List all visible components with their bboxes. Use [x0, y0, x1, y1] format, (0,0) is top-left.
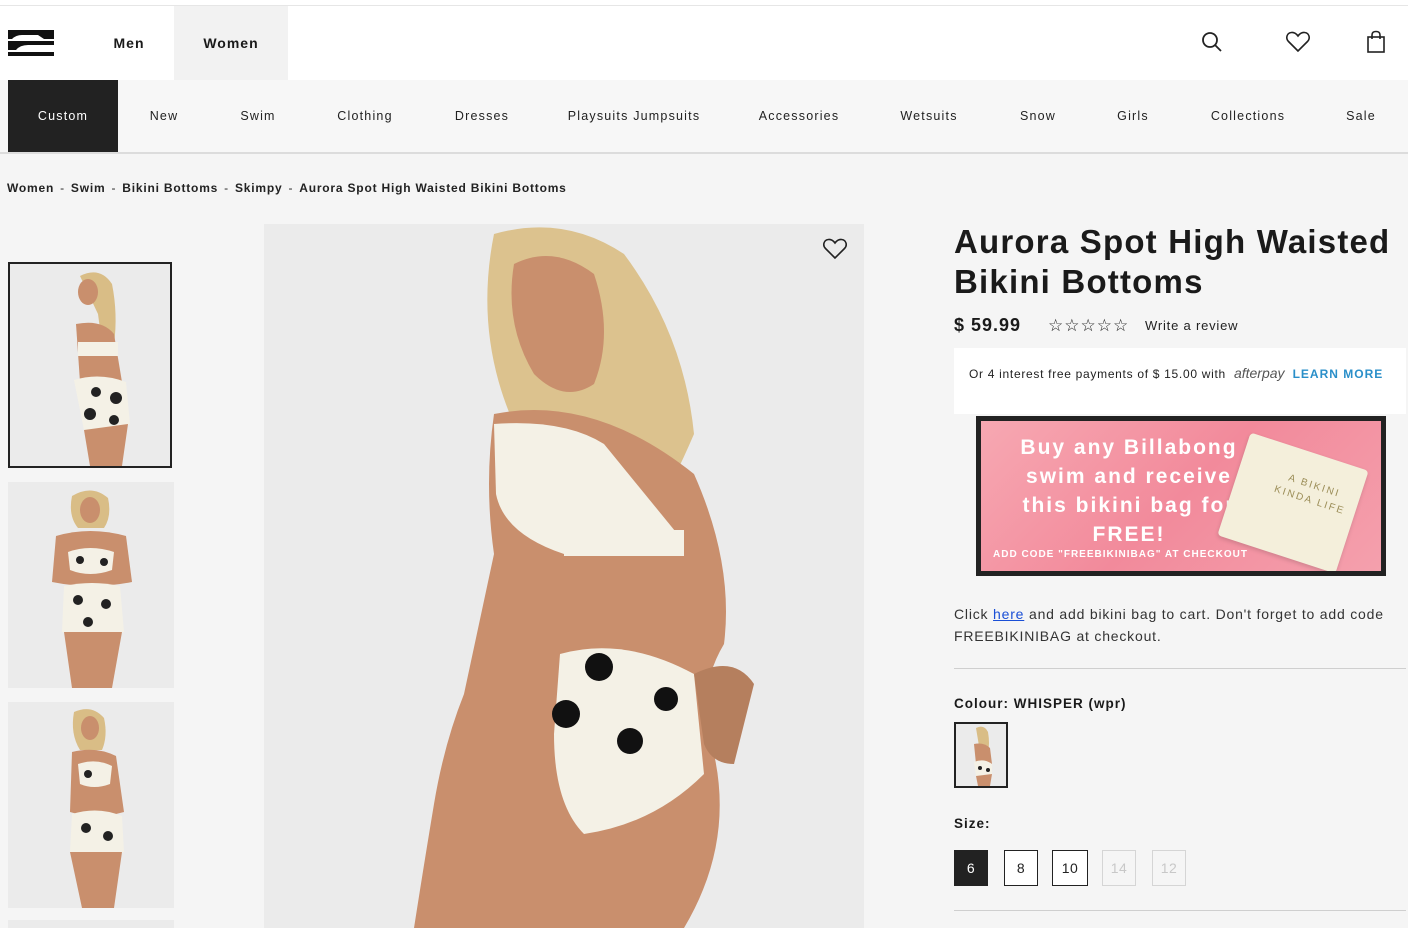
nav-item-dresses[interactable]: Dresses	[440, 80, 524, 152]
promo-banner[interactable]: Buy any Billabong swim and receive this …	[976, 416, 1386, 576]
breadcrumb-current: Aurora Spot High Waisted Bikini Bottoms	[299, 181, 567, 195]
nav-item-playsuits-jumpsuits[interactable]: Playsuits Jumpsuits	[554, 80, 714, 152]
product-price: $ 59.99	[954, 315, 1022, 335]
size-label: Size:	[954, 816, 991, 831]
nav-item-new[interactable]: New	[132, 80, 196, 152]
afterpay-box: Or 4 interest free payments of $ 15.00 w…	[954, 348, 1406, 414]
category-nav: Custom New Swim Clothing Dresses Playsui…	[0, 80, 1408, 154]
rating-stars[interactable]: ☆☆☆☆☆	[1048, 316, 1129, 336]
billabong-logo[interactable]	[8, 26, 54, 58]
breadcrumb-bikini-bottoms[interactable]: Bikini Bottoms	[122, 181, 218, 195]
add-to-wishlist-heart-icon[interactable]	[820, 234, 850, 264]
nav-item-wetsuits[interactable]: Wetsuits	[884, 80, 974, 152]
size-option-6[interactable]: 6	[954, 850, 988, 886]
nav-item-sale[interactable]: Sale	[1332, 80, 1390, 152]
product-thumbnail-2[interactable]	[8, 482, 174, 688]
tab-women[interactable]: Women	[174, 6, 288, 80]
shopping-bag-icon[interactable]	[1362, 28, 1390, 56]
tab-men[interactable]: Men	[84, 6, 174, 80]
breadcrumb-swim[interactable]: Swim	[71, 181, 106, 195]
nav-item-swim[interactable]: Swim	[226, 80, 290, 152]
nav-item-accessories[interactable]: Accessories	[744, 80, 854, 152]
nav-item-collections[interactable]: Collections	[1194, 80, 1302, 152]
size-option-8[interactable]: 8	[1004, 850, 1038, 886]
afterpay-logo: afterpay	[1233, 365, 1285, 381]
size-option-12: 12	[1152, 850, 1186, 886]
product-thumbnail-3[interactable]	[8, 702, 174, 908]
nav-item-snow[interactable]: Snow	[1004, 80, 1072, 152]
breadcrumb-women[interactable]: Women	[7, 181, 54, 195]
search-icon[interactable]	[1198, 28, 1226, 56]
colour-label: Colour: WHISPER (wpr)	[954, 696, 1127, 711]
divider	[954, 910, 1406, 911]
here-link[interactable]: here	[993, 606, 1024, 622]
write-review-link[interactable]: Write a review	[1145, 318, 1238, 333]
product-thumbnail-1[interactable]	[8, 262, 172, 468]
colour-swatch-whisper[interactable]	[954, 722, 1008, 788]
learn-more-link[interactable]: LEARN MORE	[1293, 367, 1384, 381]
nav-item-girls[interactable]: Girls	[1102, 80, 1164, 152]
wishlist-heart-icon[interactable]	[1284, 28, 1312, 56]
main-product-image[interactable]	[264, 224, 864, 928]
promo-instructions: Click here and add bikini bag to cart. D…	[954, 603, 1394, 647]
breadcrumb-skimpy[interactable]: Skimpy	[235, 181, 283, 195]
size-option-14: 14	[1102, 850, 1136, 886]
product-thumbnail-4[interactable]	[8, 920, 174, 928]
product-title: Aurora Spot High Waisted Bikini Bottoms	[954, 223, 1391, 300]
promo-headline: Buy any Billabong swim and receive this …	[1020, 436, 1238, 546]
breadcrumb: Women - Swim - Bikini Bottoms - Skimpy - Aurora …	[7, 181, 567, 195]
divider	[954, 668, 1406, 669]
click-prefix: Click	[954, 606, 989, 622]
site-header: Men Women	[0, 6, 1408, 80]
size-option-10[interactable]: 10	[1052, 850, 1088, 886]
promo-code-text: ADD CODE "FREEBIKINIBAG" AT CHECKOUT	[993, 549, 1248, 560]
nav-item-custom[interactable]: Custom	[8, 80, 118, 152]
nav-item-clothing[interactable]: Clothing	[320, 80, 410, 152]
bikini-bag-text: A BIKINI KINDA LIFE	[1272, 472, 1347, 518]
afterpay-text: Or 4 interest free payments of $ 15.00 w…	[969, 367, 1226, 381]
